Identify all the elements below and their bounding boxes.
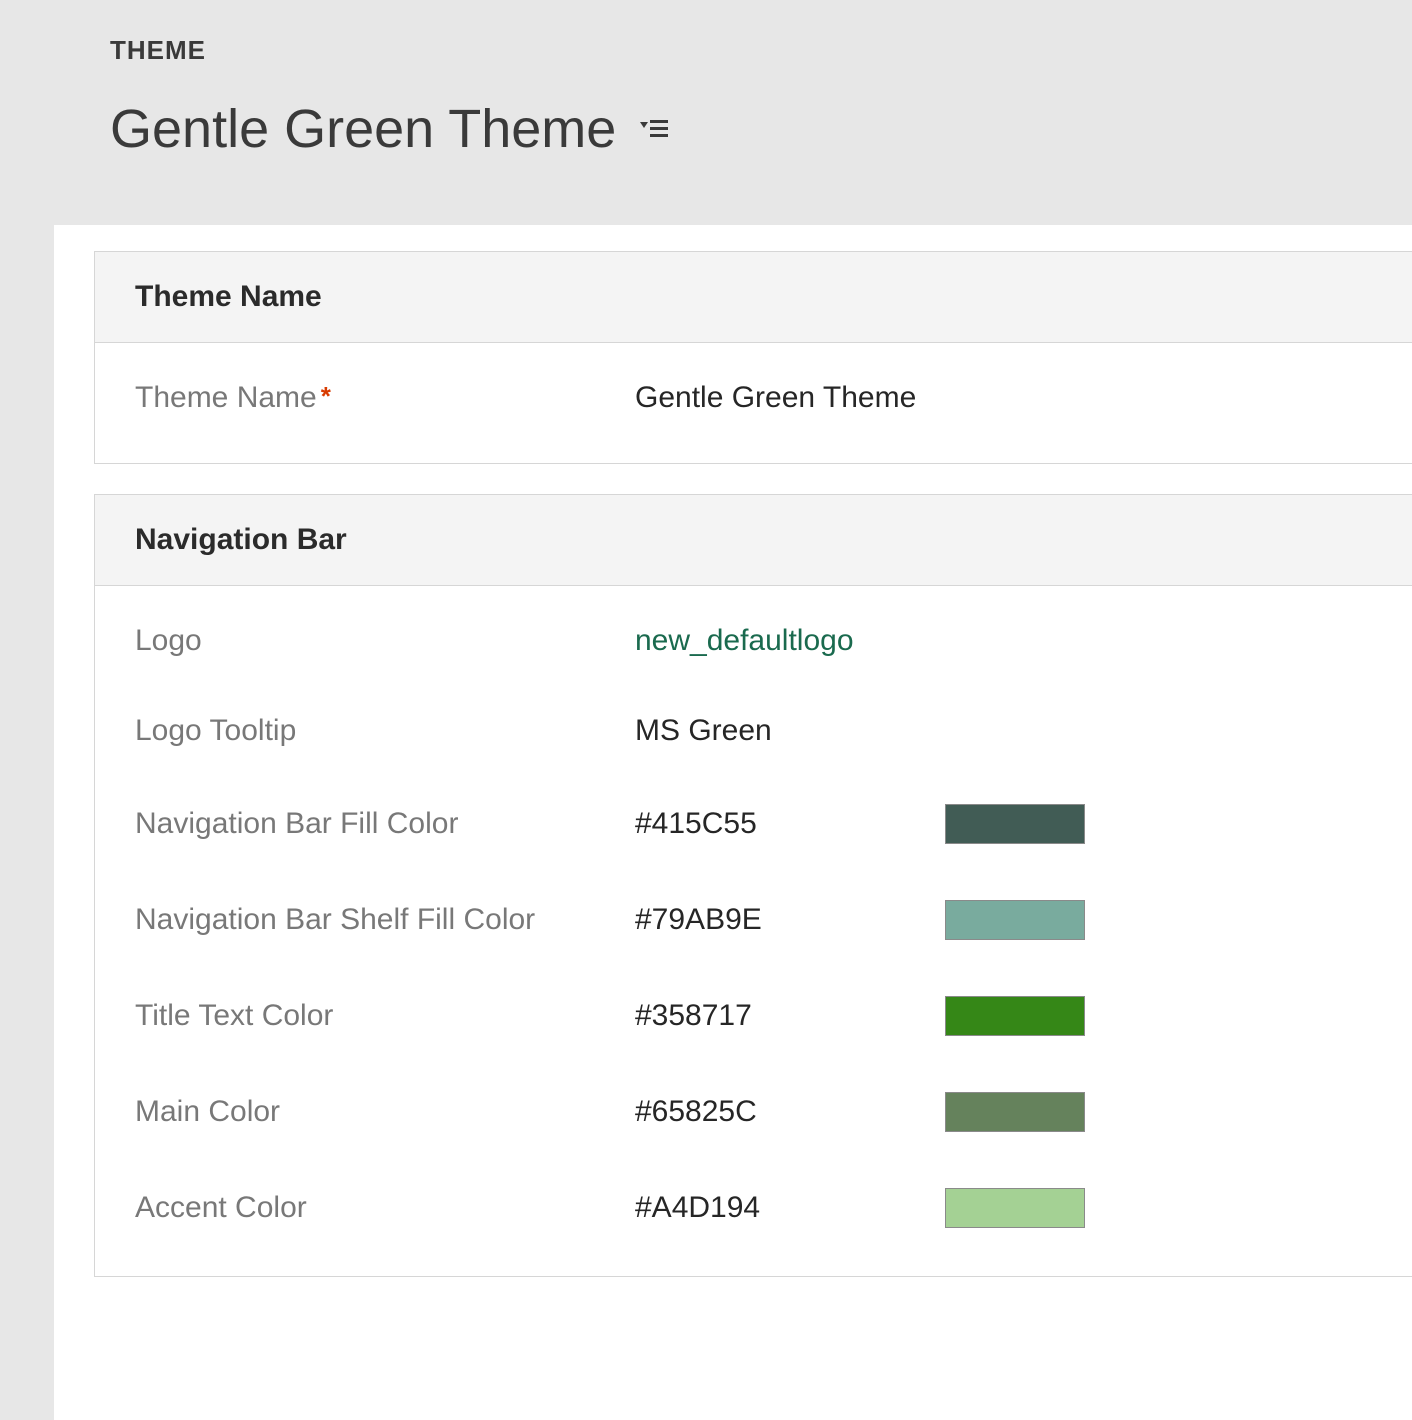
field-label: Navigation Bar Shelf Fill Color	[135, 903, 635, 937]
panel-title: Navigation Bar	[135, 523, 1372, 557]
field-label: Main Color	[135, 1095, 635, 1129]
nav-fill-color-input[interactable]: #415C55	[635, 807, 945, 841]
title-text-color-input[interactable]: #358717	[635, 999, 945, 1033]
field-label: Navigation Bar Fill Color	[135, 807, 635, 841]
main-color-input[interactable]: #65825C	[635, 1095, 945, 1129]
form-selector-icon[interactable]	[640, 118, 668, 140]
accent-color-input[interactable]: #A4D194	[635, 1191, 945, 1225]
field-row-nav-shelf-fill: Navigation Bar Shelf Fill Color #79AB9E	[95, 872, 1412, 968]
field-row-main-color: Main Color #65825C	[95, 1064, 1412, 1160]
panel-navigation-bar: Navigation Bar Logo new_defaultlogo Logo…	[94, 494, 1412, 1277]
field-row-accent-color: Accent Color #A4D194	[95, 1160, 1412, 1256]
accent-color-swatch[interactable]	[945, 1188, 1085, 1228]
page-header: THEME Gentle Green Theme	[0, 0, 1412, 225]
required-asterisk: *	[321, 381, 331, 411]
nav-fill-color-swatch[interactable]	[945, 804, 1085, 844]
title-text-color-swatch[interactable]	[945, 996, 1085, 1036]
field-label: Logo	[135, 624, 635, 658]
panel-theme-name: Theme Name Theme Name* Gentle Green Them…	[94, 251, 1412, 464]
field-label: Title Text Color	[135, 999, 635, 1033]
panel-header-navigation-bar[interactable]: Navigation Bar	[95, 495, 1412, 586]
field-label: Theme Name*	[135, 381, 635, 415]
breadcrumb[interactable]: THEME	[110, 35, 1412, 66]
main-color-swatch[interactable]	[945, 1092, 1085, 1132]
field-row-nav-fill: Navigation Bar Fill Color #415C55	[95, 776, 1412, 872]
logo-value-link[interactable]: new_defaultlogo	[635, 624, 945, 658]
panel-header-theme-name[interactable]: Theme Name	[95, 252, 1412, 343]
panel-title: Theme Name	[135, 280, 1372, 314]
logo-tooltip-input[interactable]: MS Green	[635, 714, 945, 748]
field-row-logo-tooltip: Logo Tooltip MS Green	[95, 686, 1412, 776]
field-row-title-text-color: Title Text Color #358717	[95, 968, 1412, 1064]
theme-name-input[interactable]: Gentle Green Theme	[635, 381, 1222, 415]
page-title-row: Gentle Green Theme	[110, 98, 1412, 160]
nav-shelf-color-input[interactable]: #79AB9E	[635, 903, 945, 937]
field-label: Accent Color	[135, 1191, 635, 1225]
nav-shelf-color-swatch[interactable]	[945, 900, 1085, 940]
field-row-logo: Logo new_defaultlogo	[95, 596, 1412, 686]
page-title: Gentle Green Theme	[110, 98, 616, 160]
content-area: Theme Name Theme Name* Gentle Green Them…	[54, 225, 1412, 1420]
field-label: Logo Tooltip	[135, 714, 635, 748]
field-row-theme-name: Theme Name* Gentle Green Theme	[95, 353, 1412, 443]
